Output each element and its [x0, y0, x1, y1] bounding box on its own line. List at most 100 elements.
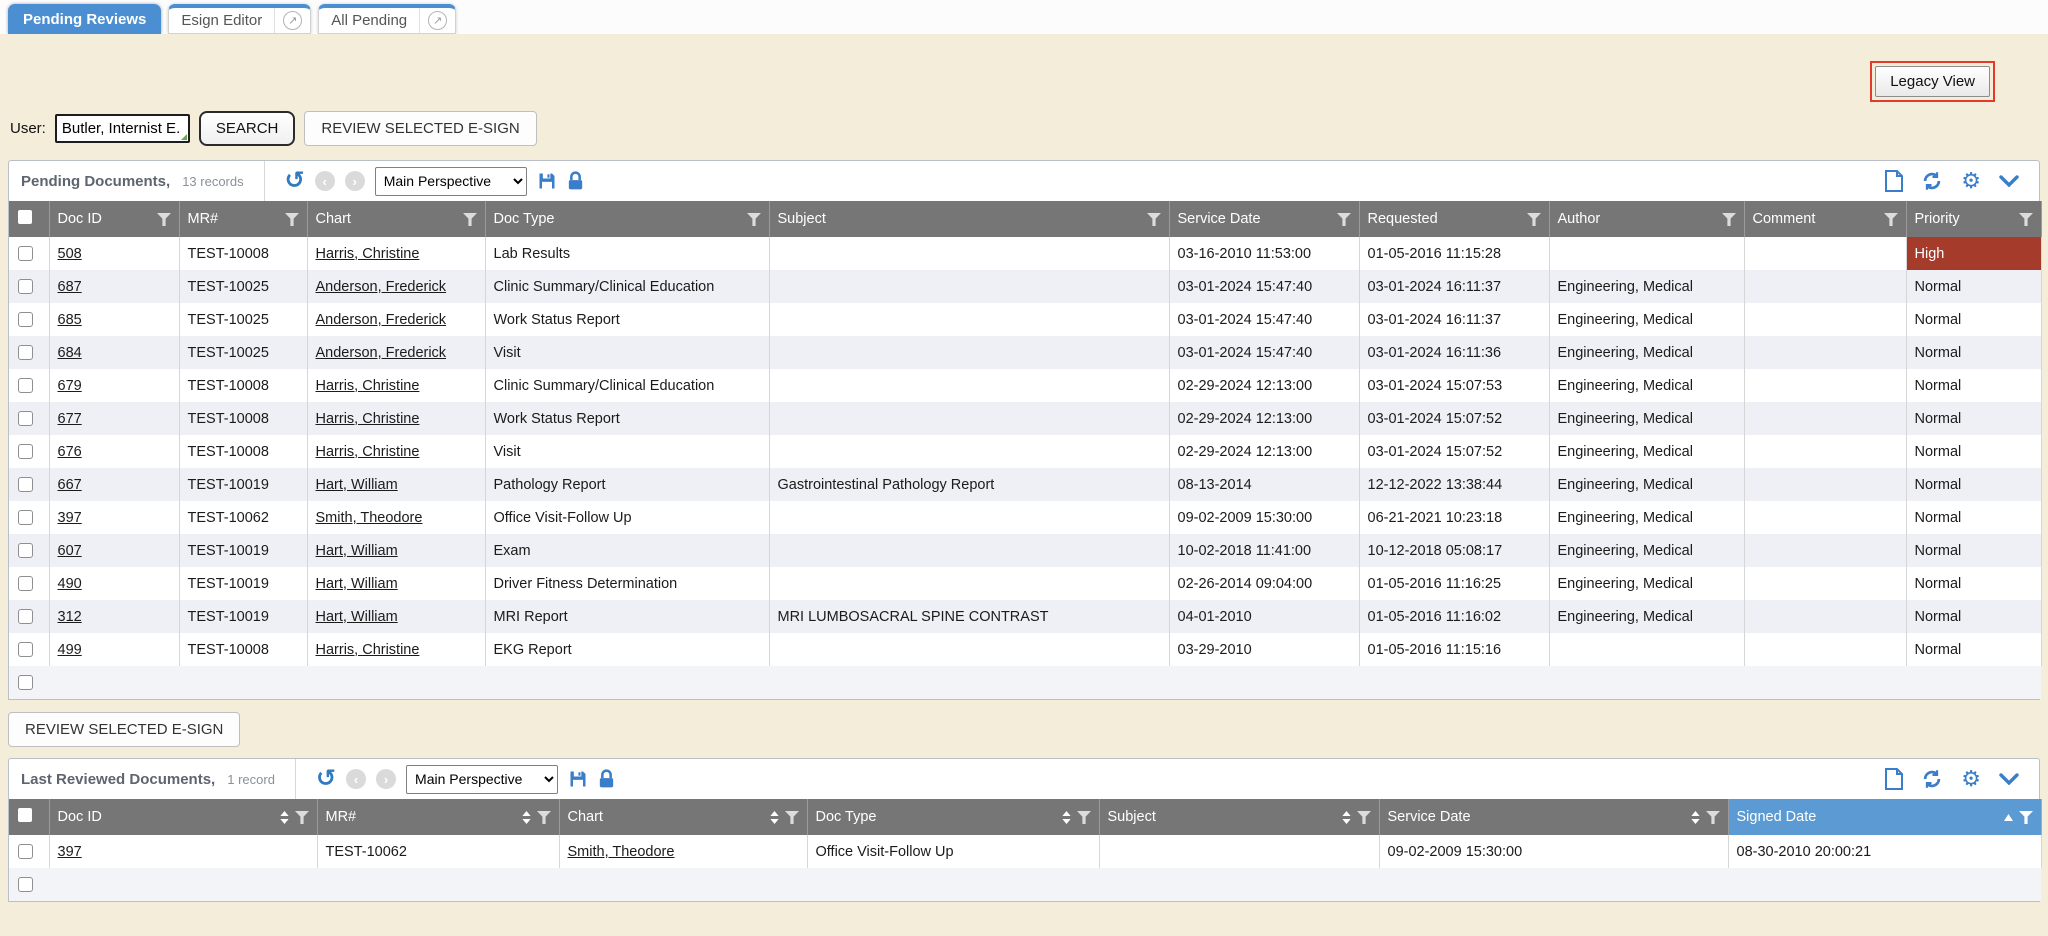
row-checkbox[interactable]	[18, 877, 33, 892]
column-header-mr[interactable]: MR#	[179, 201, 307, 237]
row-checkbox[interactable]	[18, 411, 33, 426]
chart-link[interactable]: Anderson, Frederick	[316, 279, 447, 295]
filter-icon[interactable]	[1357, 811, 1371, 824]
doc-id-link[interactable]: 490	[58, 576, 82, 592]
row-checkbox[interactable]	[18, 642, 33, 657]
doc-id-link[interactable]: 508	[58, 246, 82, 262]
chart-link[interactable]: Smith, Theodore	[568, 844, 675, 860]
refresh-icon[interactable]	[1921, 170, 1943, 192]
filter-icon[interactable]	[285, 213, 299, 226]
collapse-chevron-icon[interactable]	[1999, 175, 2019, 187]
sort-icon[interactable]	[1691, 811, 1700, 824]
filter-icon[interactable]	[747, 213, 761, 226]
row-checkbox[interactable]	[18, 246, 33, 261]
filter-icon[interactable]	[1706, 811, 1720, 824]
lock-icon[interactable]	[567, 171, 584, 191]
undo-icon[interactable]	[316, 769, 336, 789]
row-checkbox[interactable]	[18, 279, 33, 294]
sort-ascending-icon[interactable]	[2004, 814, 2013, 821]
perspective-select[interactable]: Main Perspective	[375, 167, 527, 196]
column-header-service-date[interactable]: Service Date	[1169, 201, 1359, 237]
column-header-author[interactable]: Author	[1549, 201, 1744, 237]
chart-link[interactable]: Harris, Christine	[316, 411, 420, 427]
sort-icon[interactable]	[1062, 811, 1071, 824]
undo-icon[interactable]	[285, 171, 305, 191]
chart-link[interactable]: Smith, Theodore	[316, 510, 423, 526]
filter-icon[interactable]	[463, 213, 477, 226]
row-checkbox[interactable]	[18, 576, 33, 591]
new-document-icon[interactable]	[1885, 768, 1903, 790]
column-header-doc-type[interactable]: Doc Type	[485, 201, 769, 237]
doc-id-link[interactable]: 667	[58, 477, 82, 493]
select-all-header[interactable]	[9, 201, 49, 237]
column-header-service-date[interactable]: Service Date	[1379, 799, 1728, 835]
chart-link[interactable]: Harris, Christine	[316, 246, 420, 262]
row-checkbox[interactable]	[18, 675, 33, 690]
doc-id-link[interactable]: 312	[58, 609, 82, 625]
doc-id-link[interactable]: 499	[58, 642, 82, 658]
filter-icon[interactable]	[1077, 811, 1091, 824]
select-all-checkbox[interactable]	[18, 808, 32, 822]
filter-icon[interactable]	[2019, 213, 2033, 226]
perspective-select[interactable]: Main Perspective	[406, 765, 558, 794]
row-checkbox[interactable]	[18, 510, 33, 525]
save-perspective-icon[interactable]	[537, 171, 557, 191]
chart-link[interactable]: Harris, Christine	[316, 642, 420, 658]
row-checkbox[interactable]	[18, 378, 33, 393]
external-link-icon[interactable]	[428, 11, 447, 30]
filter-icon[interactable]	[1147, 213, 1161, 226]
chart-link[interactable]: Hart, William	[316, 609, 398, 625]
column-header-chart[interactable]: Chart	[559, 799, 807, 835]
doc-id-link[interactable]: 684	[58, 345, 82, 361]
filter-icon[interactable]	[785, 811, 799, 824]
filter-icon[interactable]	[1337, 213, 1351, 226]
sort-icon[interactable]	[522, 811, 531, 824]
chart-link[interactable]: Hart, William	[316, 543, 398, 559]
row-checkbox[interactable]	[18, 609, 33, 624]
row-checkbox[interactable]	[18, 312, 33, 327]
column-header-requested[interactable]: Requested	[1359, 201, 1549, 237]
forward-icon[interactable]: ›	[376, 769, 396, 789]
column-header-mr[interactable]: MR#	[317, 799, 559, 835]
column-header-comment[interactable]: Comment	[1744, 201, 1906, 237]
column-header-chart[interactable]: Chart	[307, 201, 485, 237]
chart-link[interactable]: Hart, William	[316, 576, 398, 592]
sort-icon[interactable]	[770, 811, 779, 824]
column-header-doc-id[interactable]: Doc ID	[49, 799, 317, 835]
chart-link[interactable]: Harris, Christine	[316, 378, 420, 394]
filter-icon[interactable]	[157, 213, 171, 226]
column-header-subject[interactable]: Subject	[769, 201, 1169, 237]
row-checkbox[interactable]	[18, 345, 33, 360]
forward-icon[interactable]: ›	[345, 171, 365, 191]
back-icon[interactable]: ‹	[315, 171, 335, 191]
row-checkbox[interactable]	[18, 444, 33, 459]
doc-id-link[interactable]: 687	[58, 279, 82, 295]
row-checkbox[interactable]	[18, 844, 33, 859]
save-perspective-icon[interactable]	[568, 769, 588, 789]
lock-icon[interactable]	[598, 769, 615, 789]
chart-link[interactable]: Anderson, Frederick	[316, 345, 447, 361]
filter-icon[interactable]	[1722, 213, 1736, 226]
new-document-icon[interactable]	[1885, 170, 1903, 192]
sort-icon[interactable]	[280, 811, 289, 824]
column-header-subject[interactable]: Subject	[1099, 799, 1379, 835]
tab-pending-reviews[interactable]: Pending Reviews	[8, 4, 161, 34]
select-all-header[interactable]	[9, 799, 49, 835]
doc-id-link[interactable]: 397	[58, 510, 82, 526]
select-all-checkbox[interactable]	[18, 210, 32, 224]
doc-id-link[interactable]: 397	[58, 844, 82, 860]
tab-all-pending[interactable]: All Pending	[318, 4, 456, 34]
row-checkbox[interactable]	[18, 477, 33, 492]
filter-icon[interactable]	[1884, 213, 1898, 226]
gear-icon[interactable]	[1961, 768, 1981, 790]
doc-id-link[interactable]: 607	[58, 543, 82, 559]
row-checkbox[interactable]	[18, 543, 33, 558]
doc-id-link[interactable]: 685	[58, 312, 82, 328]
column-header-signed-date[interactable]: Signed Date	[1728, 799, 2041, 835]
review-selected-esign-button-top[interactable]: REVIEW SELECTED E-SIGN	[304, 111, 536, 146]
sort-icon[interactable]	[1342, 811, 1351, 824]
doc-id-link[interactable]: 677	[58, 411, 82, 427]
column-header-doc-id[interactable]: Doc ID	[49, 201, 179, 237]
review-selected-esign-button-bottom[interactable]: REVIEW SELECTED E-SIGN	[8, 712, 240, 747]
column-header-priority[interactable]: Priority	[1906, 201, 2041, 237]
